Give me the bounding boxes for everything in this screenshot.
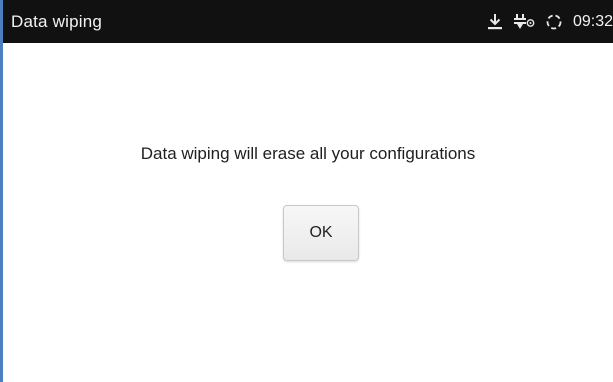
download-icon xyxy=(487,13,503,31)
dialog-message: Data wiping will erase all your configur… xyxy=(140,144,476,163)
app-title: Data wiping xyxy=(11,11,103,31)
clock: 09:32 xyxy=(572,12,613,30)
ok-button[interactable]: OK xyxy=(283,205,359,261)
status-bar: Data wiping 09:32 xyxy=(3,0,613,43)
sync-icon xyxy=(545,13,563,31)
screen: Data wiping 09:32 Data wiping will erase… xyxy=(0,0,613,382)
usb-debug-icon xyxy=(513,13,535,31)
status-icons: 09:32 xyxy=(487,0,613,43)
